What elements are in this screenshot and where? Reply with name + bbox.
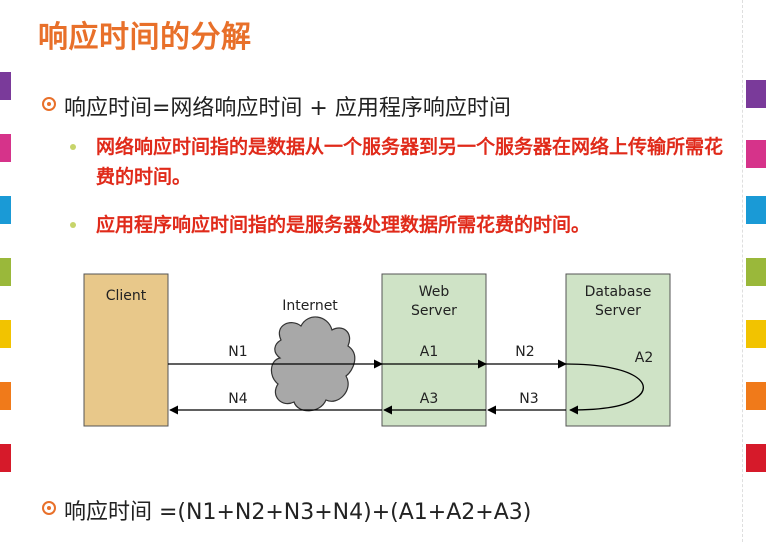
label-n4: N4 — [228, 391, 247, 407]
bullet-marker-icon — [42, 97, 56, 111]
decor-stripe-red-right — [746, 444, 766, 472]
decor-stripe-pink-right — [746, 140, 766, 168]
label-a1: A1 — [420, 344, 438, 360]
decor-stripe-purple-left — [0, 72, 11, 100]
decor-stripe-blue-left — [0, 196, 11, 224]
client-label: Client — [106, 288, 147, 304]
label-n3: N3 — [519, 391, 538, 407]
label-a3: A3 — [420, 391, 438, 407]
sub-bullet-app-time: 应用程序响应时间指的是服务器处理数据所需花费的时间。 — [70, 210, 726, 240]
internet-label: Internet — [282, 298, 338, 314]
bullet-response-time-equation: 响应时间 =(N1+N2+N3+N4)+(A1+A2+A3) — [42, 494, 532, 526]
sub-bullet-marker-icon — [70, 144, 76, 150]
decor-stripe-green-right — [746, 258, 766, 286]
bullet-text: 响应时间 =(N1+N2+N3+N4)+(A1+A2+A3) — [64, 500, 532, 525]
web-server-label-line1: Web — [419, 284, 450, 300]
web-server-label-line2: Server — [411, 303, 457, 319]
decor-stripe-purple-right — [746, 80, 766, 108]
label-n2: N2 — [515, 344, 534, 360]
bullet-text: 响应时间=网络响应时间 + 应用程序响应时间 — [64, 96, 511, 121]
decor-stripe-red-left — [0, 444, 11, 472]
sub-bullet-network-time: 网络响应时间指的是数据从一个服务器到另一个服务器在网络上传输所需花费的时间。 — [70, 132, 726, 192]
label-n1: N1 — [228, 344, 247, 360]
bullet-response-time-formula: 响应时间=网络响应时间 + 应用程序响应时间 — [42, 90, 511, 122]
decor-stripe-yellow-right — [746, 320, 766, 348]
sub-bullet-marker-icon — [70, 222, 76, 228]
response-time-diagram: Client Internet Web Server Database Serv… — [76, 260, 676, 440]
label-a2: A2 — [635, 350, 653, 366]
slide-title: 响应时间的分解 — [38, 20, 252, 55]
database-server-label-line1: Database — [585, 284, 652, 300]
sub-bullet-text: 网络响应时间指的是数据从一个服务器到另一个服务器在网络上传输所需花费的时间。 — [96, 136, 724, 188]
bullet-marker-icon — [42, 501, 56, 515]
database-server-label-line2: Server — [595, 303, 641, 319]
sub-bullet-text: 应用程序响应时间指的是服务器处理数据所需花费的时间。 — [96, 214, 591, 236]
decor-guide-line — [742, 0, 743, 542]
decor-stripe-orange-right — [746, 382, 766, 410]
decor-stripe-blue-right — [746, 196, 766, 224]
decor-stripe-green-left — [0, 258, 11, 286]
decor-stripe-orange-left — [0, 382, 11, 410]
decor-stripe-pink-left — [0, 134, 11, 162]
decor-stripe-yellow-left — [0, 320, 11, 348]
